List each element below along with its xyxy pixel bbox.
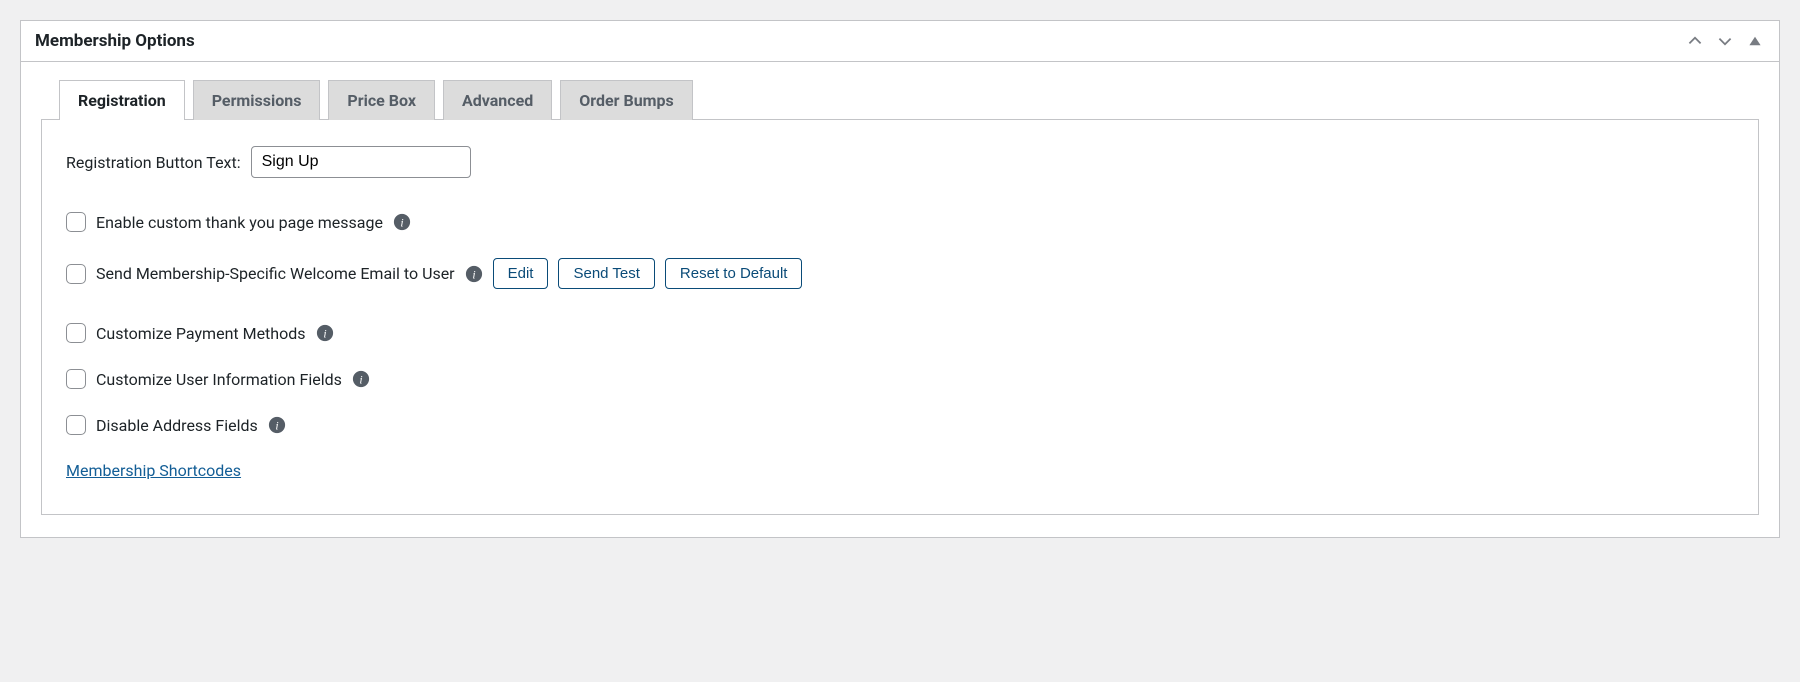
edit-email-button[interactable]: Edit — [493, 258, 549, 289]
membership-shortcodes-link[interactable]: Membership Shortcodes — [66, 461, 241, 480]
thank-you-label: Enable custom thank you page message — [96, 213, 383, 232]
thank-you-row: Enable custom thank you page message i — [66, 212, 1734, 232]
info-icon[interactable]: i — [465, 265, 483, 283]
panel-body: Registration Permissions Price Box Advan… — [21, 62, 1779, 537]
registration-button-text-input[interactable] — [251, 146, 471, 178]
welcome-email-label: Send Membership-Specific Welcome Email t… — [96, 264, 455, 283]
membership-options-panel: Membership Options Registration Permissi… — [20, 20, 1780, 538]
tab-registration[interactable]: Registration — [59, 80, 185, 120]
info-icon[interactable]: i — [316, 324, 334, 342]
shortcodes-link-row: Membership Shortcodes — [66, 461, 1734, 480]
svg-text:i: i — [359, 374, 362, 387]
tab-panel-registration: Registration Button Text: Enable custom … — [41, 119, 1759, 515]
disable-address-row: Disable Address Fields i — [66, 415, 1734, 435]
svg-text:i: i — [323, 328, 326, 341]
user-info-fields-row: Customize User Information Fields i — [66, 369, 1734, 389]
panel-title: Membership Options — [35, 31, 195, 51]
panel-header: Membership Options — [21, 21, 1779, 62]
info-icon[interactable]: i — [268, 416, 286, 434]
info-icon[interactable]: i — [352, 370, 370, 388]
send-test-email-button[interactable]: Send Test — [558, 258, 654, 289]
reset-email-button[interactable]: Reset to Default — [665, 258, 803, 289]
registration-button-text-row: Registration Button Text: — [66, 146, 1734, 178]
welcome-email-checkbox[interactable] — [66, 264, 86, 284]
info-icon[interactable]: i — [393, 213, 411, 231]
tab-order-bumps[interactable]: Order Bumps — [560, 80, 692, 120]
move-up-icon[interactable] — [1685, 31, 1705, 51]
payment-methods-checkbox[interactable] — [66, 323, 86, 343]
thank-you-checkbox[interactable] — [66, 212, 86, 232]
payment-methods-row: Customize Payment Methods i — [66, 323, 1734, 343]
tab-price-box[interactable]: Price Box — [328, 80, 435, 120]
welcome-email-row: Send Membership-Specific Welcome Email t… — [66, 258, 1734, 289]
tabs: Registration Permissions Price Box Advan… — [59, 80, 1759, 120]
panel-controls — [1685, 31, 1765, 51]
collapse-toggle-icon[interactable] — [1745, 31, 1765, 51]
svg-text:i: i — [472, 268, 475, 281]
payment-methods-label: Customize Payment Methods — [96, 324, 306, 343]
user-info-fields-checkbox[interactable] — [66, 369, 86, 389]
registration-button-text-label: Registration Button Text: — [66, 153, 241, 172]
disable-address-label: Disable Address Fields — [96, 416, 258, 435]
tab-advanced[interactable]: Advanced — [443, 80, 552, 120]
svg-text:i: i — [400, 217, 403, 230]
svg-text:i: i — [275, 420, 278, 433]
user-info-fields-label: Customize User Information Fields — [96, 370, 342, 389]
disable-address-checkbox[interactable] — [66, 415, 86, 435]
move-down-icon[interactable] — [1715, 31, 1735, 51]
tab-permissions[interactable]: Permissions — [193, 80, 321, 120]
